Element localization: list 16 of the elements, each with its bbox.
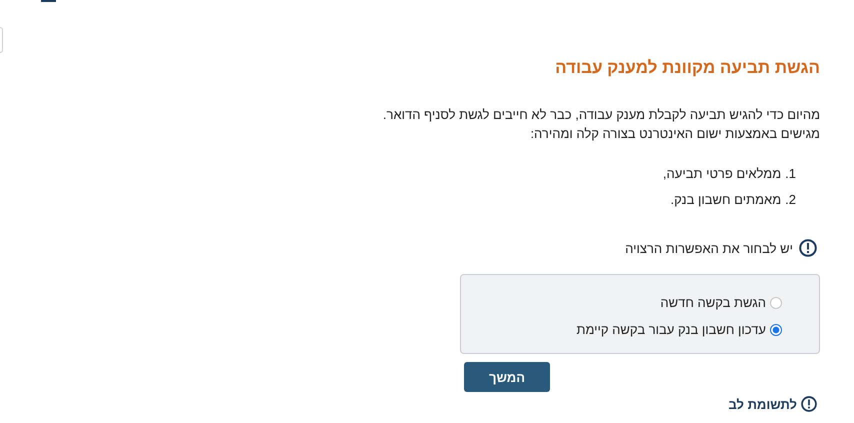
intro-text: מהיום כדי להגיש תביעה לקבלת מענק עבודה, כבר לא חייבים לגשת לסניף הדואר. [382, 106, 820, 124]
exclamation-icon [799, 239, 817, 257]
notice-text: יש לבחור את האפשרות הרצויה [625, 240, 793, 256]
page-title: הגשת תביעה מקוונת למענק עבודה [554, 57, 820, 79]
continue-button[interactable]: המשך [464, 362, 550, 392]
radio-button[interactable] [770, 324, 782, 336]
step-number: 2. [785, 192, 796, 206]
option-label[interactable]: הגשת בקשה חדשה [660, 295, 766, 310]
intro-text: מגישים באמצעות ישום האינטרנט בצורה קלה ומהירה: [530, 125, 820, 143]
attention-heading: לתשומת לב [728, 396, 797, 412]
option-label[interactable]: עדכון חשבון בנק עבור בקשה קיימת [576, 322, 766, 337]
step-number: 1. [785, 166, 796, 180]
step-text: מאמתים חשבון בנק. [670, 192, 782, 206]
exclamation-icon [801, 396, 817, 412]
step-text: ממלאים פרטי תביעה, [662, 166, 782, 180]
radio-button[interactable] [770, 296, 782, 308]
